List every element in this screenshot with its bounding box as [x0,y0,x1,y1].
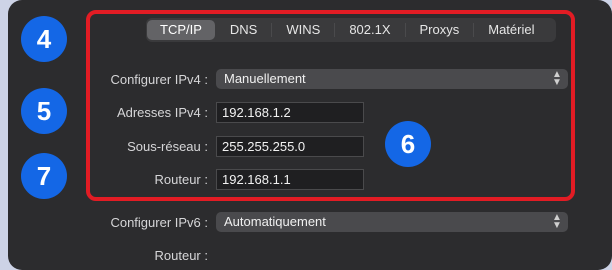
ipv4-address-field[interactable]: 192.168.1.2 [216,102,364,123]
subnet-mask-label: Sous-réseau : [127,139,208,154]
configure-ipv6-value: Automatiquement [224,214,326,229]
configure-ipv6-select[interactable]: Automatiquement ▲ ▼ [216,212,568,232]
tab-8021x[interactable]: 802.1X [336,20,403,40]
tab-divider [271,23,273,37]
tab-divider [404,23,406,37]
ipv6-router-label: Routeur : [154,248,208,263]
subnet-mask-field[interactable]: 255.255.255.0 [216,136,364,157]
chevron-up-down-icon: ▲ ▼ [552,212,562,231]
tab-divider [334,23,336,37]
configure-ipv4-value: Manuellement [224,71,306,86]
tab-proxys[interactable]: Proxys [407,20,473,40]
tab-wins[interactable]: WINS [273,20,333,40]
ipv4-router-field[interactable]: 192.168.1.1 [216,169,364,190]
tab-divider [473,23,475,37]
tab-dns[interactable]: DNS [217,20,270,40]
tab-materiel[interactable]: Matériel [475,20,547,40]
step-badge-4: 4 [21,16,67,62]
tab-tcpip[interactable]: TCP/IP [147,20,215,40]
tab-bar: TCP/IP DNS WINS 802.1X Proxys Matériel [146,18,556,42]
step-badge-5: 5 [21,88,67,134]
configure-ipv4-select[interactable]: Manuellement ▲ ▼ [216,69,568,89]
step-badge-7: 7 [21,153,67,199]
configure-ipv4-label: Configurer IPv4 : [110,72,208,87]
configure-ipv6-label: Configurer IPv6 : [110,215,208,230]
step-badge-6: 6 [385,121,431,167]
chevron-up-down-icon: ▲ ▼ [552,69,562,88]
